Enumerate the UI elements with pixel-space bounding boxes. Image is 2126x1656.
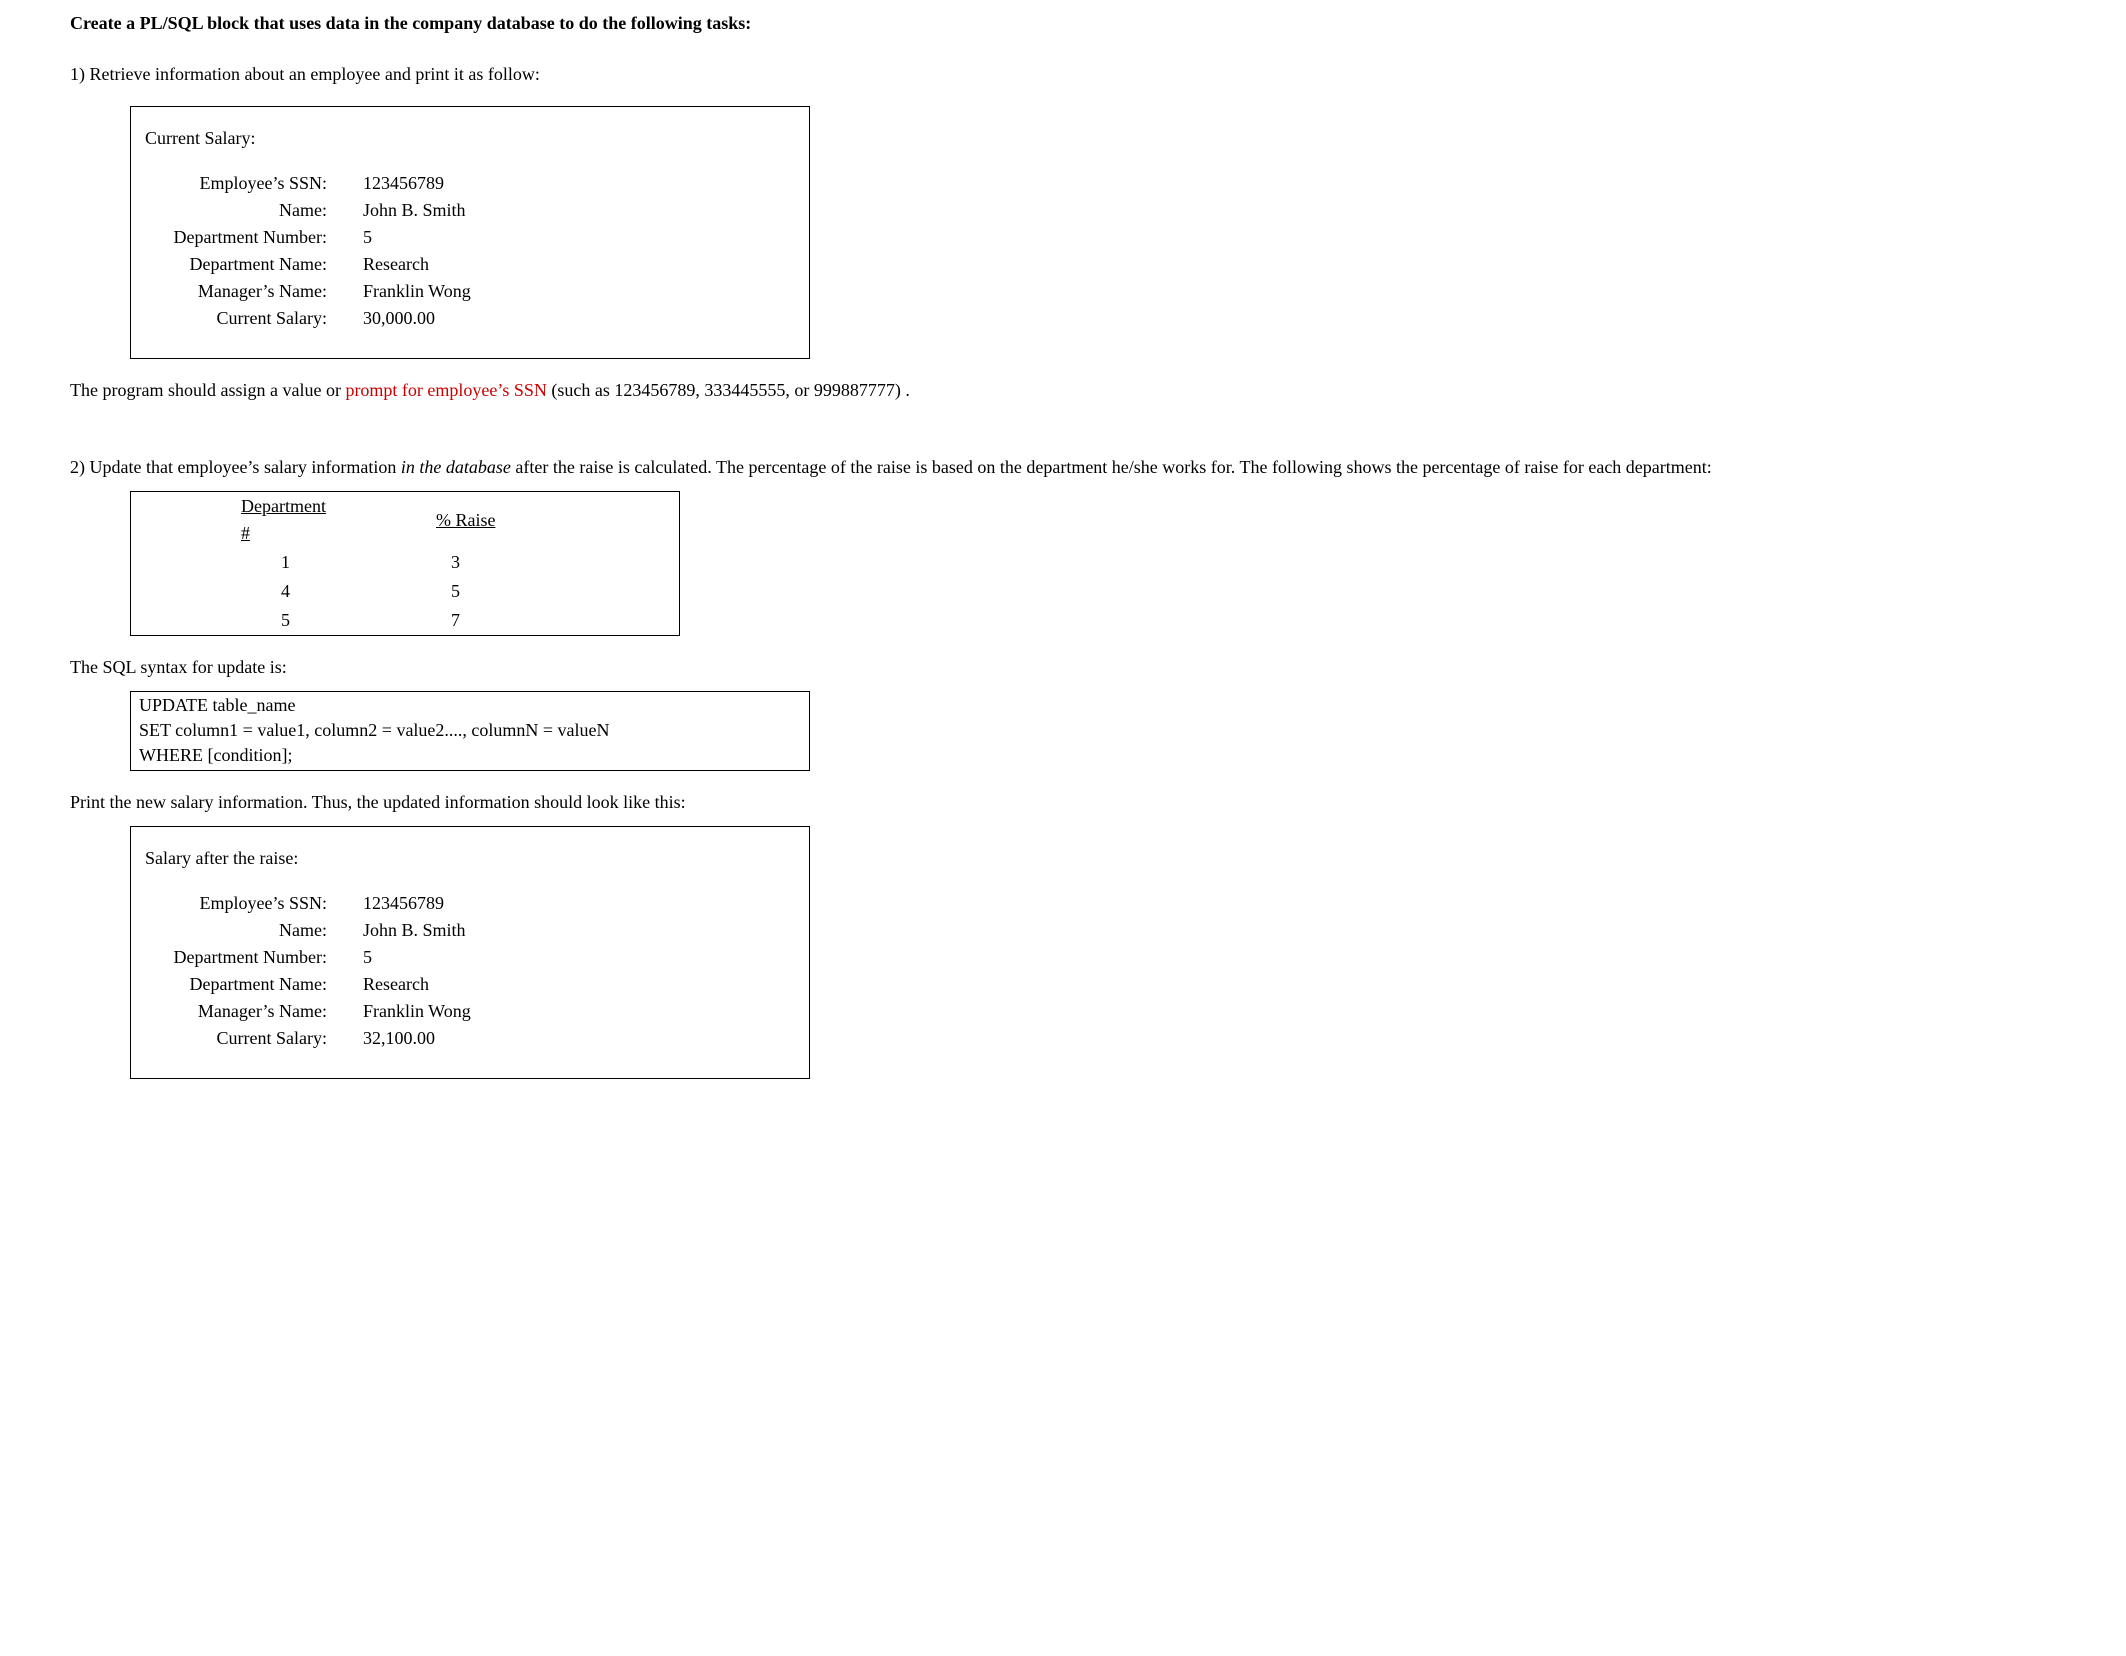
raise-dept: 4	[131, 577, 326, 606]
raise-dept: 1	[131, 548, 326, 577]
row-name: Name: John B. Smith	[145, 917, 795, 944]
box1-title: Current Salary:	[145, 125, 795, 152]
task2-pre: 2) Update that employee’s salary informa…	[0, 457, 401, 477]
row-dnum: Department Number: 5	[145, 944, 795, 971]
raise-pct: 7	[326, 606, 680, 636]
label-dnum: Department Number:	[145, 944, 335, 971]
label-name: Name:	[145, 917, 335, 944]
label-dname: Department Name:	[145, 251, 335, 278]
value-dnum: 5	[335, 944, 372, 971]
row-ssn: Employee’s SSN: 123456789	[145, 890, 795, 917]
label-ssn: Employee’s SSN:	[145, 170, 335, 197]
label-dnum: Department Number:	[145, 224, 335, 251]
current-salary-box: Current Salary: Employee’s SSN: 12345678…	[130, 106, 810, 359]
label-sal: Current Salary:	[145, 305, 335, 332]
raise-pct: 3	[326, 548, 680, 577]
value-mgr: Franklin Wong	[335, 278, 471, 305]
raise-header-pct: % Raise	[326, 492, 680, 549]
prompt-note: The program should assign a value or pro…	[70, 377, 2116, 404]
row-sal: Current Salary: 30,000.00	[145, 305, 795, 332]
value-ssn: 123456789	[335, 170, 444, 197]
value-sal: 32,100.00	[335, 1025, 435, 1052]
value-name: John B. Smith	[335, 197, 466, 224]
task2-post: after the raise is calculated. The perce…	[511, 457, 1712, 477]
label-dname: Department Name:	[145, 971, 335, 998]
value-dnum: 5	[335, 224, 372, 251]
sql-line-1: UPDATE table_name	[139, 693, 801, 718]
row-dname: Department Name: Research	[145, 971, 795, 998]
raise-row: 5 7	[131, 606, 680, 636]
value-sal: 30,000.00	[335, 305, 435, 332]
task-1: 1) Retrieve information about an employe…	[70, 61, 2116, 88]
value-mgr: Franklin Wong	[335, 998, 471, 1025]
row-dnum: Department Number: 5	[145, 224, 795, 251]
value-dname: Research	[335, 251, 429, 278]
label-mgr: Manager’s Name:	[145, 278, 335, 305]
sql-line-2: SET column1 = value1, column2 = value2..…	[139, 718, 801, 743]
row-ssn: Employee’s SSN: 123456789	[145, 170, 795, 197]
prompt-pre: The program should assign a value or	[70, 380, 345, 400]
task2-italic: in the database	[401, 457, 511, 477]
label-name: Name:	[145, 197, 335, 224]
raise-dept: 5	[131, 606, 326, 636]
label-ssn: Employee’s SSN:	[145, 890, 335, 917]
raise-pct: 5	[326, 577, 680, 606]
row-name: Name: John B. Smith	[145, 197, 795, 224]
row-dname: Department Name: Research	[145, 251, 795, 278]
row-sal: Current Salary: 32,100.00	[145, 1025, 795, 1052]
row-mgr: Manager’s Name: Franklin Wong	[145, 998, 795, 1025]
sql-line-3: WHERE [condition];	[139, 743, 801, 768]
raise-table: Department # % Raise 1 3 4 5 5 7	[130, 491, 680, 636]
print-new-note: Print the new salary information. Thus, …	[70, 789, 2116, 816]
value-ssn: 123456789	[335, 890, 444, 917]
row-mgr: Manager’s Name: Franklin Wong	[145, 278, 795, 305]
value-name: John B. Smith	[335, 917, 466, 944]
raise-row: 4 5	[131, 577, 680, 606]
main-heading: Create a PL/SQL block that uses data in …	[70, 10, 2116, 37]
after-raise-box: Salary after the raise: Employee’s SSN: …	[130, 826, 810, 1079]
raise-header-dept: Department #	[131, 492, 326, 549]
sql-intro: The SQL syntax for update is:	[70, 654, 2116, 681]
value-dname: Research	[335, 971, 429, 998]
task-2: 2) Update that employee’s salary informa…	[0, 454, 2116, 481]
label-mgr: Manager’s Name:	[145, 998, 335, 1025]
raise-row: 1 3	[131, 548, 680, 577]
label-sal: Current Salary:	[145, 1025, 335, 1052]
prompt-red: prompt for employee’s SSN	[345, 380, 546, 400]
box2-title: Salary after the raise:	[145, 845, 795, 872]
prompt-post: (such as 123456789, 333445555, or 999887…	[547, 380, 910, 400]
sql-box: UPDATE table_name SET column1 = value1, …	[130, 691, 810, 771]
